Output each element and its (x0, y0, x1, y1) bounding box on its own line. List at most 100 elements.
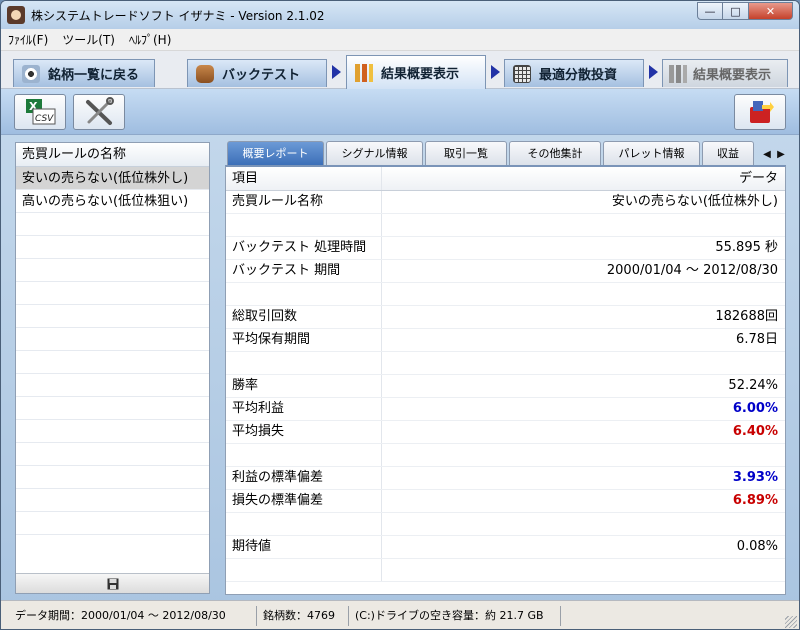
tab-overview-report[interactable]: 概要レポート (227, 141, 324, 165)
nav-tab-optimal-allocation[interactable]: 最適分散投資 (504, 59, 644, 87)
eye-icon (22, 64, 40, 83)
table-row: 損失の標準偏差 6.89% (226, 490, 785, 513)
tab-trade-list[interactable]: 取引一覧 (425, 141, 507, 165)
column-header-data[interactable]: データ (382, 167, 785, 190)
row-value (382, 559, 785, 581)
row-value: 52.24% (728, 378, 778, 393)
menu-help[interactable]: ﾍﾙﾌﾟ(H) (122, 31, 178, 48)
rule-list-empty-row (16, 512, 209, 535)
tab-scroll-controls: ◀ ▶ (760, 146, 788, 162)
table-row: バックテスト 処理時間 55.895 秒 (226, 237, 785, 260)
app-window: 株システムトレードソフト イザナミ - Version 2.1.02 — □ ✕… (0, 0, 800, 630)
nav-arrow-icon (332, 65, 341, 79)
table-row (226, 352, 785, 375)
table-row: バックテスト 期間 2000/01/04 ～ 2012/08/30 (226, 260, 785, 283)
row-value: 2000/01/04 ～ 2012/08/30 (606, 263, 778, 278)
menu-tools[interactable]: ツール(T) (55, 31, 122, 48)
row-value: 182688回 (715, 309, 778, 324)
nav-tab-result-summary[interactable]: 結果概要表示 (346, 55, 486, 89)
window-controls: — □ ✕ (697, 2, 793, 20)
close-button[interactable]: ✕ (749, 2, 793, 20)
tab-palette-info[interactable]: パレット情報 (603, 141, 700, 165)
rule-list-empty-row (16, 466, 209, 489)
title-bar[interactable]: 株システムトレードソフト イザナミ - Version 2.1.02 — □ ✕ (1, 1, 799, 29)
nav-tab-stock-list[interactable]: 銘柄一覧に戻る (13, 59, 155, 87)
rule-list-empty-row (16, 259, 209, 282)
row-label: 期待値 (226, 536, 382, 558)
row-value (382, 513, 785, 535)
tab-scroll-left-icon[interactable]: ◀ (760, 146, 774, 162)
row-value (382, 283, 785, 305)
status-stock-count: 銘柄数：4769 (257, 605, 349, 626)
row-value: 6.89% (732, 493, 778, 508)
row-label: 損失の標準偏差 (226, 490, 382, 512)
floppy-disk-icon (107, 578, 118, 589)
export-csv-button[interactable]: X CSV (14, 94, 66, 130)
workflow-nav: 銘柄一覧に戻る バックテスト 結果概要表示 最適分散投資 結果概要表示 (1, 51, 799, 89)
row-label: 売買ルール名称 (226, 191, 382, 213)
resize-grip-icon[interactable] (785, 616, 797, 628)
nav-tab-label: 銘柄一覧に戻る (48, 68, 140, 83)
rule-list-empty-row (16, 397, 209, 420)
table-row (226, 444, 785, 467)
report-tabs: 概要レポート シグナル情報 取引一覧 その他集計 パレット情報 収益 (227, 141, 756, 165)
row-value: 安いの売らない(低位株外し) (611, 194, 778, 209)
rule-list-empty-row (16, 489, 209, 512)
table-row: 売買ルール名称 安いの売らない(低位株外し) (226, 191, 785, 214)
table-row: 期待値 0.08% (226, 536, 785, 559)
row-label: 勝率 (226, 375, 382, 397)
table-row: 総取引回数 182688回 (226, 306, 785, 329)
nav-tab-label: 結果概要表示 (381, 67, 460, 82)
rule-list-item[interactable]: 安いの売らない(低位株外し) (16, 167, 209, 190)
rule-list-item[interactable]: 高いの売らない(低位株狙い) (16, 190, 209, 213)
row-value: 0.08% (736, 539, 778, 554)
row-label: 利益の標準偏差 (226, 467, 382, 489)
table-row: 利益の標準偏差 3.93% (226, 467, 785, 490)
rule-list-empty-row (16, 305, 209, 328)
row-value (382, 352, 785, 374)
row-label: バックテスト 処理時間 (226, 237, 382, 259)
row-label: 平均損失 (226, 421, 382, 443)
row-label (226, 283, 382, 305)
save-rule-button[interactable] (16, 573, 209, 593)
tab-signal-info[interactable]: シグナル情報 (326, 141, 423, 165)
tab-other-stats[interactable]: その他集計 (509, 141, 601, 165)
tab-scroll-right-icon[interactable]: ▶ (774, 146, 788, 162)
row-label (226, 444, 382, 466)
row-label: バックテスト 期間 (226, 260, 382, 282)
nav-tab-label: 最適分散投資 (539, 68, 618, 83)
settings-tools-button[interactable] (73, 94, 125, 130)
rule-list-empty-row (16, 282, 209, 305)
minimize-button[interactable]: — (697, 2, 723, 20)
report-grid-header: 項目 データ (226, 167, 785, 191)
toolbar: X CSV (1, 89, 799, 135)
window-title: 株システムトレードソフト イザナミ - Version 2.1.02 (31, 8, 325, 23)
row-value (382, 444, 785, 466)
app-icon (7, 6, 25, 24)
row-label (226, 513, 382, 535)
column-header-item[interactable]: 項目 (226, 167, 382, 190)
bar-chart-icon (355, 63, 373, 82)
wrench-screwdriver-icon (86, 97, 114, 125)
calculator-icon (513, 64, 531, 83)
report-panel: 概要レポート シグナル情報 取引一覧 その他集計 パレット情報 収益 ◀ ▶ 項… (223, 139, 788, 595)
row-label: 総取引回数 (226, 306, 382, 328)
tab-profit[interactable]: 収益 (702, 141, 754, 165)
table-row: 平均保有期間 6.78日 (226, 329, 785, 352)
row-value: 55.895 秒 (715, 240, 778, 255)
bar-chart-icon (669, 64, 687, 83)
row-value (382, 214, 785, 236)
nav-tab-backtest[interactable]: バックテスト (187, 59, 327, 87)
rule-list-empty-row (16, 374, 209, 397)
maximize-button[interactable]: □ (723, 2, 749, 20)
csv-label: CSV (35, 114, 54, 124)
table-row (226, 513, 785, 536)
exit-button[interactable] (734, 94, 786, 130)
menu-bar: ﾌｧｲﾙ(F) ツール(T) ﾍﾙﾌﾟ(H) (1, 29, 799, 51)
row-label (226, 214, 382, 236)
menu-file[interactable]: ﾌｧｲﾙ(F) (1, 31, 55, 48)
row-label (226, 352, 382, 374)
row-label (226, 559, 382, 581)
nav-tab-result-summary-2[interactable]: 結果概要表示 (662, 59, 788, 87)
rule-list-panel: 売買ルールの名称 安いの売らない(低位株外し) 高いの売らない(低位株狙い) (15, 142, 210, 594)
